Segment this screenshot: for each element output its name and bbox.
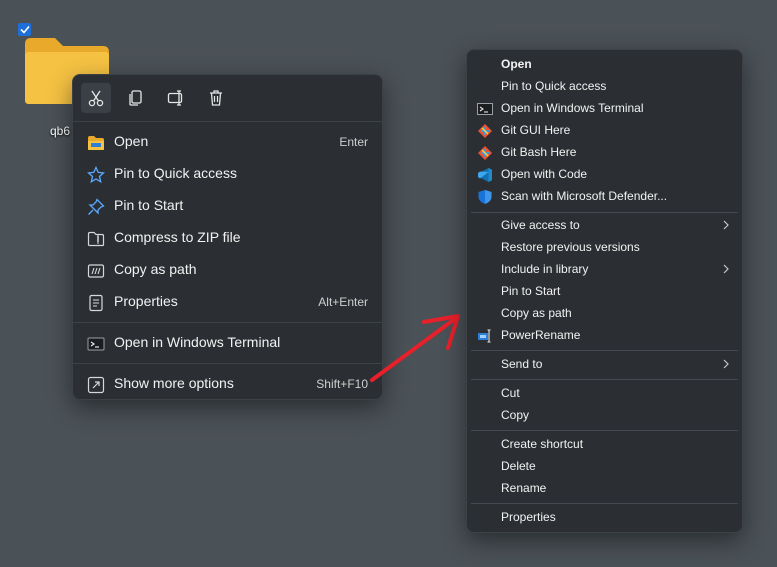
classic-context-menu: Open Pin to Quick access Open in Windows…: [466, 49, 743, 533]
folder-open-icon: [88, 136, 104, 150]
classic-item-send-to[interactable]: Send to: [471, 354, 738, 376]
menu-item-label: Open in Windows Terminal: [114, 334, 281, 350]
menu-item-label: Git GUI Here: [501, 123, 571, 137]
terminal-icon: [477, 103, 493, 115]
terminal-icon: [87, 337, 105, 351]
menu-item-label: Properties: [501, 510, 556, 524]
menu-item-label: Git Bash Here: [501, 145, 577, 159]
menu-item-label: Copy as path: [501, 306, 572, 320]
folder-name-label: qb6: [50, 124, 71, 138]
menu-item-compress-zip[interactable]: Compress to ZIP file: [77, 223, 378, 253]
menu-item-label: Pin to Start: [114, 197, 184, 213]
delete-button[interactable]: [201, 83, 231, 113]
classic-item-git-bash[interactable]: Git Bash Here: [471, 142, 738, 164]
menu-item-open-terminal[interactable]: Open in Windows Terminal: [77, 328, 378, 358]
menu-item-label: Properties: [114, 293, 178, 309]
menu-item-label: Scan with Microsoft Defender...: [501, 189, 668, 203]
classic-item-include-library[interactable]: Include in library: [471, 259, 738, 281]
menu-item-pin-start[interactable]: Pin to Start: [77, 191, 378, 221]
menu-item-label: Copy: [501, 408, 530, 422]
powerrename-icon: [478, 329, 491, 343]
git-icon: [478, 146, 492, 160]
classic-item-rename[interactable]: Rename: [471, 478, 738, 500]
chevron-right-icon: [723, 359, 729, 369]
copy-button[interactable]: [121, 83, 151, 113]
menu-item-label: Pin to Quick access: [501, 79, 607, 93]
vscode-icon: [478, 168, 492, 182]
cut-icon: [88, 90, 104, 107]
classic-item-pin-start[interactable]: Pin to Start: [471, 281, 738, 303]
shortcut-label: Shift+F10: [316, 377, 368, 391]
menu-item-label: PowerRename: [501, 328, 581, 342]
classic-item-open-terminal[interactable]: Open in Windows Terminal: [471, 98, 738, 120]
menu-item-label: Pin to Start: [501, 284, 561, 298]
menu-item-label: Give access to: [501, 218, 580, 232]
chevron-right-icon: [723, 264, 729, 274]
classic-item-scan-defender[interactable]: Scan with Microsoft Defender...: [471, 186, 738, 208]
menu-item-label: Include in library: [501, 262, 589, 276]
menu-item-open[interactable]: Open Enter: [77, 127, 378, 157]
pin-icon: [88, 198, 105, 215]
context-toolbar: [73, 75, 382, 122]
delete-icon: [210, 90, 222, 106]
shortcut-label: Enter: [339, 135, 368, 149]
menu-item-properties[interactable]: Properties Alt+Enter: [77, 287, 378, 317]
classic-item-git-gui[interactable]: Git GUI Here: [471, 120, 738, 142]
git-icon: [478, 124, 492, 138]
menu-item-label: Create shortcut: [501, 437, 584, 451]
modern-context-menu: Open Enter Pin to Quick access Pin to St…: [72, 74, 383, 400]
more-options-icon: [87, 376, 105, 394]
menu-item-pin-quick-access[interactable]: Pin to Quick access: [77, 159, 378, 189]
menu-item-label: Restore previous versions: [501, 240, 640, 254]
classic-item-delete[interactable]: Delete: [471, 456, 738, 478]
menu-separator: [471, 212, 738, 213]
rename-button[interactable]: [161, 83, 191, 113]
menu-separator: [471, 350, 738, 351]
classic-item-create-shortcut[interactable]: Create shortcut: [471, 434, 738, 456]
menu-separator: [471, 430, 738, 431]
shortcut-label: Alt+Enter: [318, 295, 368, 309]
menu-item-label: Rename: [501, 481, 547, 495]
annotation-arrow-icon: [370, 314, 460, 382]
properties-icon: [89, 294, 103, 312]
menu-separator: [73, 363, 382, 364]
menu-item-label: Send to: [501, 357, 543, 371]
menu-item-label: Open in Windows Terminal: [501, 101, 644, 115]
menu-item-label: Pin to Quick access: [114, 165, 237, 181]
classic-item-powerrename[interactable]: PowerRename: [471, 325, 738, 347]
menu-separator: [471, 503, 738, 504]
menu-item-show-more-options[interactable]: Show more options Shift+F10: [77, 369, 378, 399]
copy-icon: [129, 90, 142, 106]
classic-item-copy[interactable]: Copy: [471, 405, 738, 427]
menu-item-label: Open with Code: [501, 167, 588, 181]
star-icon: [87, 166, 105, 184]
menu-item-label: Delete: [501, 459, 536, 473]
menu-item-label: Cut: [501, 386, 520, 400]
cut-button[interactable]: [81, 83, 111, 113]
zip-icon: [87, 231, 105, 247]
selection-checkbox[interactable]: [18, 23, 31, 36]
menu-item-label: Show more options: [114, 375, 234, 391]
classic-item-give-access[interactable]: Give access to: [471, 215, 738, 237]
classic-item-open-with-code[interactable]: Open with Code: [471, 164, 738, 186]
defender-shield-icon: [478, 190, 492, 204]
rename-icon: [167, 90, 183, 106]
classic-item-pin-quick-access[interactable]: Pin to Quick access: [471, 76, 738, 98]
classic-item-cut[interactable]: Cut: [471, 383, 738, 405]
classic-item-copy-path[interactable]: Copy as path: [471, 303, 738, 325]
menu-separator: [471, 379, 738, 380]
classic-item-properties[interactable]: Properties: [471, 507, 738, 529]
classic-item-restore-versions[interactable]: Restore previous versions: [471, 237, 738, 259]
menu-item-label: Copy as path: [114, 261, 197, 277]
classic-item-open[interactable]: Open: [471, 54, 738, 76]
menu-item-copy-path[interactable]: Copy as path: [77, 255, 378, 285]
chevron-right-icon: [723, 220, 729, 230]
menu-separator: [73, 322, 382, 323]
menu-item-label: Open: [501, 57, 532, 71]
menu-item-label: Compress to ZIP file: [114, 229, 241, 245]
copy-path-icon: [87, 264, 105, 278]
menu-item-label: Open: [114, 133, 149, 149]
